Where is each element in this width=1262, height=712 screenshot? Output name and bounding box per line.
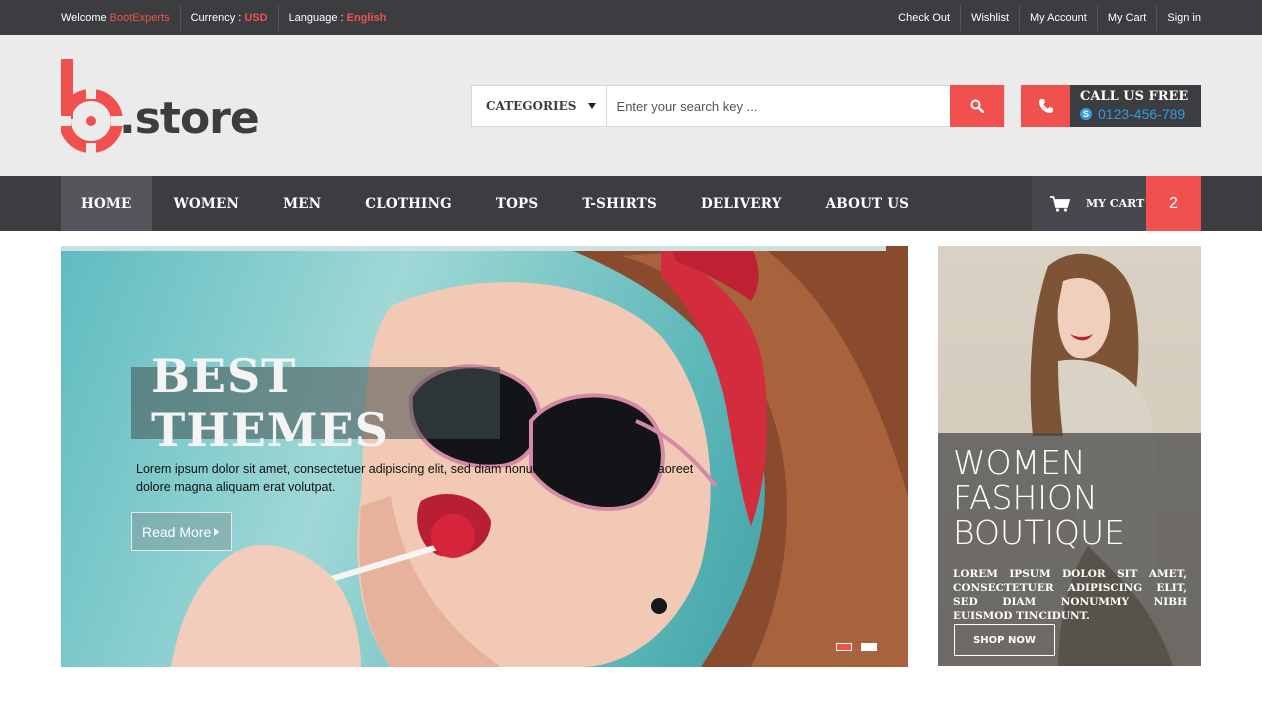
- side-banner-overlay: WOMEN FASHION BOUTIQUE LOREM IPSUM DOLOR…: [938, 433, 1201, 666]
- nav-item-clothing[interactable]: CLOTHING: [343, 176, 474, 231]
- my-account-link[interactable]: My Account: [1019, 4, 1097, 31]
- shopping-cart-icon: [1050, 195, 1070, 212]
- top-bar-left: Welcome BootExperts Currency : USD Langu…: [61, 0, 396, 35]
- nav-item-home[interactable]: HOME: [61, 176, 152, 231]
- side-title-line-1: WOMEN: [953, 443, 1086, 482]
- currency-value[interactable]: USD: [244, 12, 267, 24]
- language-value[interactable]: English: [347, 12, 387, 24]
- hero-description: Lorem ipsum dolor sit amet, consectetuer…: [136, 462, 694, 494]
- side-banner[interactable]: WOMEN FASHION BOUTIQUE LOREM IPSUM DOLOR…: [938, 246, 1201, 666]
- read-more-button[interactable]: Read More: [131, 512, 232, 551]
- logo-text: .store: [119, 93, 260, 144]
- nav-item-tops[interactable]: TOPS: [474, 176, 561, 231]
- phone-icon: [1038, 99, 1053, 113]
- welcome-label: Welcome: [61, 11, 107, 24]
- currency-label: Currency :: [190, 11, 242, 24]
- wishlist-link[interactable]: Wishlist: [960, 4, 1019, 31]
- nav-item-women[interactable]: WOMEN: [152, 176, 262, 231]
- mini-cart[interactable]: MY CART 2: [1032, 176, 1201, 231]
- top-bar-links: Check Out Wishlist My Account My Cart Si…: [888, 0, 1201, 35]
- search-button[interactable]: [950, 85, 1004, 127]
- my-cart-link[interactable]: My Cart: [1096, 4, 1157, 31]
- search-icon: [970, 99, 985, 113]
- category-label: CATEGORIES: [486, 99, 577, 113]
- skype-icon: S: [1080, 108, 1092, 120]
- welcome-user[interactable]: BootExperts: [110, 12, 170, 24]
- checkout-link[interactable]: Check Out: [888, 5, 960, 31]
- nav-item-men[interactable]: MEN: [261, 176, 343, 231]
- logo-b-icon: [59, 59, 125, 155]
- hero-title: BEST THEMES: [151, 349, 389, 457]
- slider-dot-1[interactable]: [836, 643, 852, 651]
- phone-number: 0123-456-789: [1098, 106, 1186, 122]
- welcome-message: Welcome BootExperts: [61, 4, 181, 31]
- shop-now-button[interactable]: SHOP NOW: [954, 624, 1055, 656]
- side-title-line-3: BOUTIQUE: [953, 513, 1126, 552]
- language-selector[interactable]: Language : English: [279, 5, 397, 31]
- nav-item-t-shirts[interactable]: T-SHIRTS: [560, 176, 679, 231]
- slider-dot-2[interactable]: [861, 643, 877, 651]
- hero-title-box: BEST THEMES: [131, 349, 500, 457]
- main-nav: HOME WOMEN MEN CLOTHING TOPS T-SHIRTS DE…: [0, 176, 1262, 231]
- nav-item-about-us[interactable]: ABOUT US: [804, 176, 932, 231]
- side-banner-text: LOREM IPSUM DOLOR SIT AMET, CONSECTETUER…: [953, 568, 1187, 622]
- cart-label-box[interactable]: MY CART: [1032, 176, 1146, 231]
- header: .store CATEGORIES CALL US FREE S 0123-45…: [0, 35, 1262, 176]
- language-label: Language :: [288, 11, 344, 24]
- call-us-text: CALL US FREE S 0123-456-789: [1070, 85, 1201, 127]
- caret-right-icon: [214, 527, 220, 536]
- slider-top-line: [61, 246, 886, 251]
- slider-pagination: [836, 643, 886, 651]
- call-us-box: CALL US FREE S 0123-456-789: [1021, 85, 1201, 127]
- category-dropdown[interactable]: CATEGORIES: [472, 86, 607, 126]
- side-banner-title: WOMEN FASHION BOUTIQUE: [953, 445, 1125, 550]
- hero-slider[interactable]: BEST THEMES Lorem ipsum dolor sit amet, …: [61, 246, 908, 667]
- phone-icon-box: [1021, 85, 1070, 127]
- search-input[interactable]: [606, 86, 951, 126]
- side-title-line-2: FASHION: [953, 478, 1098, 517]
- call-us-title: CALL US FREE: [1080, 89, 1189, 104]
- read-more-label: Read More: [142, 523, 212, 540]
- cart-count-badge[interactable]: 2: [1146, 176, 1201, 231]
- call-us-phone[interactable]: S 0123-456-789: [1080, 105, 1201, 123]
- search-bar: CATEGORIES: [471, 85, 1005, 127]
- caret-down-icon: [587, 103, 596, 109]
- nav-item-delivery[interactable]: DELIVERY: [679, 176, 804, 231]
- nav-items: HOME WOMEN MEN CLOTHING TOPS T-SHIRTS DE…: [61, 176, 931, 231]
- sign-in-link[interactable]: Sign in: [1156, 4, 1201, 31]
- top-bar: Welcome BootExperts Currency : USD Langu…: [0, 0, 1262, 35]
- logo[interactable]: .store: [59, 59, 261, 155]
- currency-selector[interactable]: Currency : USD: [181, 4, 279, 31]
- cart-label: MY CART: [1086, 197, 1145, 210]
